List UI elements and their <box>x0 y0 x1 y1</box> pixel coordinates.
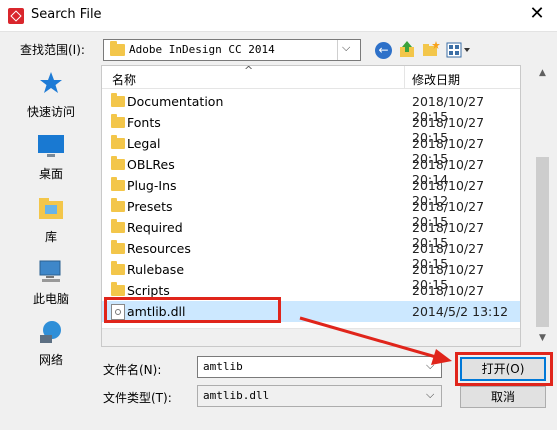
folder-icon <box>111 261 125 275</box>
filetype-value: amtlib.dll <box>203 389 270 402</box>
filename-value: amtlib <box>203 360 243 373</box>
file-name: Required <box>127 220 183 235</box>
library-icon <box>39 198 63 219</box>
scroll-thumb[interactable] <box>536 157 549 327</box>
place-desktop[interactable]: 桌面 <box>18 132 84 184</box>
chevron-down-icon[interactable]: ⌵ <box>342 41 350 55</box>
column-divider[interactable] <box>404 66 405 89</box>
list-item[interactable]: Rulebase 2018/10/27 20:15 <box>102 259 520 292</box>
place-label: 网络 <box>38 353 63 367</box>
list-item[interactable]: Required 2018/10/27 20:15 <box>102 217 520 250</box>
desktop-icon <box>38 135 64 157</box>
chevron-down-icon[interactable]: ⌵ <box>426 388 434 402</box>
file-name: Scripts <box>127 283 170 298</box>
close-icon[interactable]: ✕ <box>522 2 552 26</box>
folder-icon <box>111 156 125 170</box>
folder-icon <box>111 219 125 233</box>
folder-icon <box>111 198 125 212</box>
place-label: 快速访问 <box>26 105 75 119</box>
back-icon[interactable]: ← <box>375 42 392 59</box>
up-folder-icon[interactable] <box>399 40 415 58</box>
file-name: Plug-Ins <box>127 178 177 193</box>
folder-icon <box>111 135 125 149</box>
file-name: Legal <box>127 136 161 151</box>
place-quick-access[interactable]: 快速访问 <box>18 68 84 122</box>
app-icon <box>8 8 24 24</box>
lookin-label: 查找范围(I): <box>20 43 85 57</box>
place-library[interactable]: 库 <box>18 194 84 246</box>
list-item[interactable]: Resources 2018/10/27 20:15 <box>102 238 520 271</box>
folder-icon <box>111 177 125 191</box>
place-this-pc[interactable]: 此电脑 <box>18 256 84 308</box>
list-item[interactable]: OBLRes 2018/10/27 20:14 <box>102 154 520 187</box>
list-item[interactable]: Presets 2018/10/27 20:15 <box>102 196 520 229</box>
folder-icon <box>111 114 125 128</box>
filetype-label: 文件类型(T): <box>103 391 172 405</box>
vertical-scrollbar[interactable]: ▲ ▼ <box>534 65 551 347</box>
file-name: Resources <box>127 241 191 256</box>
file-name: Fonts <box>127 115 161 130</box>
file-name: Documentation <box>127 94 224 109</box>
title-bar: Search File ✕ <box>0 0 557 31</box>
folder-icon <box>111 240 125 254</box>
horizontal-scrollbar[interactable] <box>102 328 520 346</box>
new-folder-icon[interactable] <box>422 40 440 58</box>
window-title: Search File <box>31 7 102 22</box>
folder-icon <box>110 41 125 56</box>
folder-icon <box>111 93 125 107</box>
cancel-button[interactable]: 取消 <box>460 386 546 408</box>
list-header: 名称 ^ 修改日期 <box>102 66 520 89</box>
lookin-value: Adobe InDesign CC 2014 <box>129 43 275 56</box>
place-network[interactable]: 网络 <box>18 318 84 370</box>
view-menu-icon[interactable] <box>446 41 472 59</box>
annotation-highlight-open <box>455 352 553 386</box>
list-item[interactable]: Fonts 2018/10/27 20:15 <box>102 112 520 145</box>
annotation-highlight-file <box>104 297 281 323</box>
file-name: Presets <box>127 199 173 214</box>
lookin-dropdown[interactable]: Adobe InDesign CC 2014 ⌵ <box>103 39 361 61</box>
filetype-dropdown[interactable]: amtlib.dll ⌵ <box>197 385 442 407</box>
computer-icon <box>39 260 61 282</box>
list-item[interactable]: Documentation 2018/10/27 20:15 <box>102 91 520 124</box>
list-item[interactable]: Plug-Ins 2018/10/27 20:12 <box>102 175 520 208</box>
folder-icon <box>111 282 125 296</box>
place-label: 此电脑 <box>32 292 69 306</box>
scroll-up-icon[interactable]: ▲ <box>534 65 551 82</box>
list-item[interactable]: Legal 2018/10/27 20:15 <box>102 133 520 166</box>
column-header-name[interactable]: 名称 <box>112 71 136 88</box>
chevron-down-icon[interactable]: ⌵ <box>426 359 434 373</box>
filename-input[interactable]: amtlib ⌵ <box>197 356 442 378</box>
scroll-down-icon[interactable]: ▼ <box>534 330 551 347</box>
filename-label: 文件名(N): <box>103 363 162 377</box>
place-label: 库 <box>44 230 57 244</box>
column-header-date[interactable]: 修改日期 <box>412 71 460 88</box>
place-label: 桌面 <box>38 167 63 181</box>
file-date: 2014/5/2 13:12 <box>412 304 509 319</box>
sort-ascending-icon: ^ <box>244 65 254 77</box>
divider <box>337 40 338 60</box>
file-name: Rulebase <box>127 262 185 277</box>
file-name: OBLRes <box>127 157 175 172</box>
star-icon <box>40 72 62 93</box>
network-icon <box>40 321 61 343</box>
